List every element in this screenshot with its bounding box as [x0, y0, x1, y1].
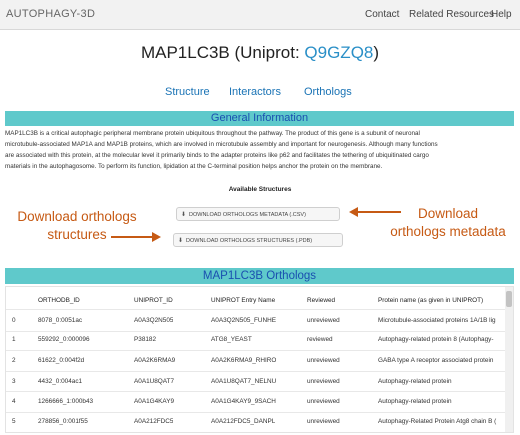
available-structures-heading: Available Structures [228, 186, 292, 193]
orthologs-table[interactable]: ORTHODB_ID UNIPROT_ID UNIPROT Entry Name… [5, 286, 514, 433]
table-cell: ATG8_YEAST [211, 336, 252, 343]
tab-structure[interactable]: Structure [165, 86, 210, 98]
column-header[interactable]: Protein name (as given in UNIPROT) [378, 297, 483, 304]
nav-contact[interactable]: Contact [365, 9, 399, 20]
table-cell: Autophagy-related protein 8 (Autophagy- [378, 336, 494, 343]
table-cell: unreviewed [307, 357, 340, 364]
table-cell: 4432_0:004ac1 [38, 378, 83, 385]
table-cell: A0A1G4KAY9 [134, 398, 175, 405]
table-cell: A0A1U8QAT7 [134, 378, 175, 385]
table-cell: A0A3Q2N505 [134, 317, 174, 324]
download-icon: ⬇ [178, 238, 184, 244]
nav-related-resources[interactable]: Related Resources [409, 9, 494, 20]
nav-help[interactable]: Help [491, 9, 512, 20]
general-info-line: are associated with this protein, at the… [5, 152, 429, 159]
table-cell: unreviewed [307, 418, 340, 425]
header-divider [6, 309, 506, 310]
tab-interactors[interactable]: Interactors [229, 86, 281, 98]
table-cell: A0A1G4KAY9_9SACH [211, 398, 276, 405]
row-divider [6, 371, 506, 372]
row-divider [6, 391, 506, 392]
table-cell: 559292_0:000096 [38, 336, 90, 343]
orthologs-heading: MAP1LC3B Orthologs [5, 268, 514, 284]
download-metadata-label: DOWNLOAD ORTHOLOGS METADATA (.CSV) [189, 212, 306, 218]
page-title: MAP1LC3B (Uniprot: Q9GZQ8) [0, 43, 520, 63]
row-divider [6, 412, 506, 413]
table-cell: A0A2K6RMA9_RHIRO [211, 357, 277, 364]
download-structures-button[interactable]: ⬇ DOWNLOAD ORTHOLOGS STRUCTURES (.PDB) [173, 233, 343, 247]
table-cell: A0A2K6RMA9 [134, 357, 176, 364]
table-cell: A0A1U8QAT7_NELNU [211, 378, 277, 385]
table-cell: 0 [12, 317, 16, 324]
column-header[interactable]: ORTHODB_ID [38, 297, 80, 304]
table-cell: P38182 [134, 336, 157, 343]
title-suffix: ) [373, 43, 380, 62]
table-cell: unreviewed [307, 317, 340, 324]
general-info-text: MAP1LC3B is a critical autophagic periph… [5, 128, 514, 172]
row-divider [6, 331, 506, 332]
table-cell: 1266666_1:000b43 [38, 398, 94, 405]
table-cell: 5 [12, 418, 16, 425]
table-cell: 8078_0:0051ac [38, 317, 83, 324]
table-cell: Microtubule-associated proteins 1A/1B li… [378, 317, 496, 324]
table-cell: Autophagy-Related Protein Atg8 chain B ( [378, 418, 497, 425]
download-icon: ⬇ [181, 212, 187, 218]
general-info-line: materials in the autophagosome. To perfo… [5, 163, 383, 170]
general-info-line: MAP1LC3B is a critical autophagic periph… [5, 130, 420, 137]
table-cell: 2 [12, 357, 16, 364]
table-cell: 3 [12, 378, 16, 385]
column-header[interactable]: UNIPROT Entry Name [211, 297, 275, 304]
section-tabs: Structure Interactors Orthologs [0, 86, 520, 102]
title-gene: MAP1LC3B (Uniprot: [140, 43, 305, 62]
table-cell: 4 [12, 398, 16, 405]
column-header[interactable]: Reviewed [307, 297, 335, 304]
scrollbar-thumb[interactable] [506, 291, 512, 307]
download-metadata-button[interactable]: ⬇ DOWNLOAD ORTHOLOGS METADATA (.CSV) [176, 207, 340, 221]
table-cell: Autophagy-related protein [378, 398, 452, 405]
table-scrollbar[interactable] [505, 287, 513, 432]
row-divider [6, 350, 506, 351]
table-cell: unreviewed [307, 398, 340, 405]
general-info-heading: General Information [5, 111, 514, 126]
table-cell: reviewed [307, 336, 333, 343]
tab-orthologs[interactable]: Orthologs [304, 86, 352, 98]
column-header[interactable]: UNIPROT_ID [134, 297, 173, 304]
annotation-line: orthologs metadata [390, 224, 506, 239]
table-cell: Autophagy-related protein [378, 378, 452, 385]
uniprot-link[interactable]: Q9GZQ8 [304, 43, 373, 62]
table-cell: 1 [12, 336, 16, 343]
table-cell: unreviewed [307, 378, 340, 385]
table-cell: 61622_0:004f2d [38, 357, 85, 364]
table-cell: A0A212FDC5 [134, 418, 174, 425]
table-cell: A0A3Q2N505_FUNHE [211, 317, 277, 324]
table-cell: 278856_0:001f55 [38, 418, 88, 425]
annotation-line: Download orthologs [17, 209, 137, 224]
general-info-line: microtubule-associated MAP1A and MAP1B p… [5, 141, 438, 148]
arrow-left-icon [349, 207, 401, 217]
table-cell: GABA type A receptor associated protein [378, 357, 494, 364]
arrow-right-icon [111, 232, 161, 242]
top-navbar: AUTOPHAGY-3D Contact Related Resources H… [0, 0, 520, 30]
download-structures-label: DOWNLOAD ORTHOLOGS STRUCTURES (.PDB) [186, 238, 313, 244]
brand-logo[interactable]: AUTOPHAGY-3D [6, 8, 95, 20]
table-cell: A0A212FDC5_DANPL [211, 418, 276, 425]
